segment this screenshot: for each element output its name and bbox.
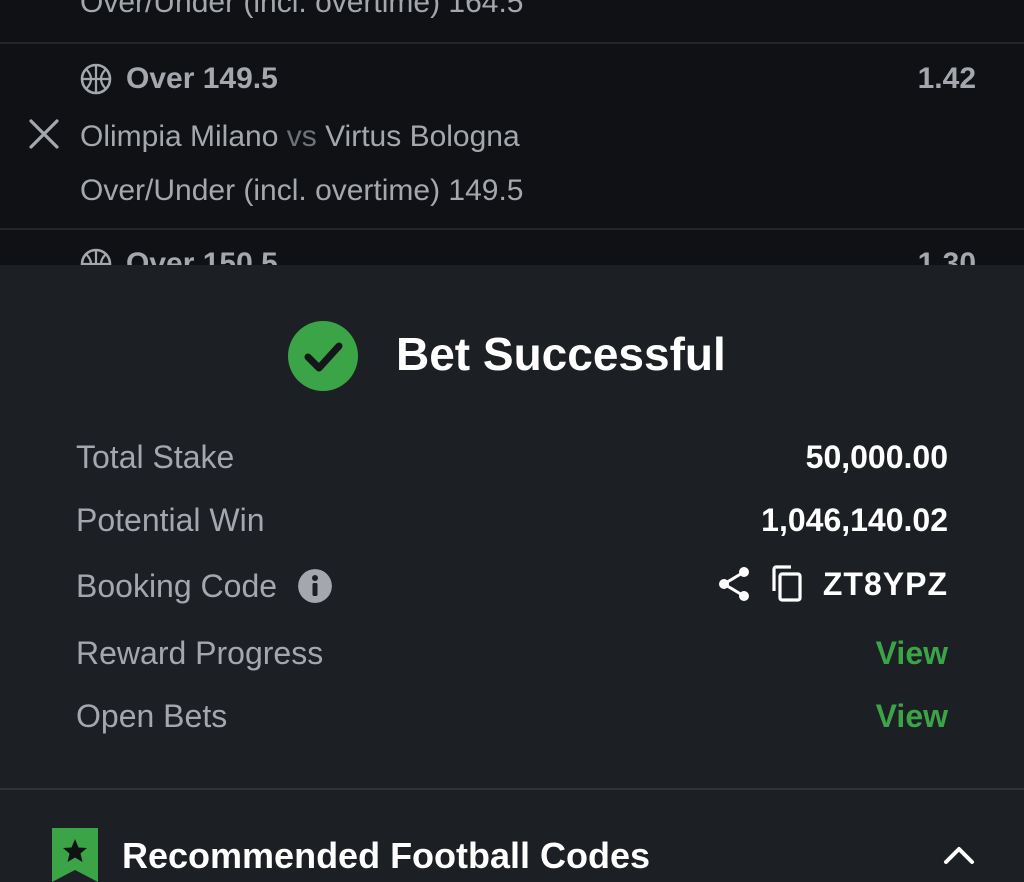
section-divider [0,788,1024,790]
home-team: Olimpia Milano [80,120,279,153]
booking-code-label: Booking Code [76,568,278,604]
basketball-icon [80,63,112,95]
booking-code-actions: ZT8YPZ [717,565,948,603]
reward-progress-view-link[interactable]: View [876,635,948,672]
bet-confirmation-sheet: Bet Successful Total Stake 50,000.00 Pot… [0,265,1024,882]
recommended-codes-title[interactable]: Recommended Football Codes [122,835,650,877]
bet-market-line: Over/Under (incl. overtime) 149.5 [80,174,524,207]
booking-code-value[interactable]: ZT8YPZ [823,566,948,603]
bet-selection: Over 149.5 [126,62,278,95]
chevron-up-icon[interactable] [942,843,976,867]
vs-label: vs [286,120,317,153]
betslip-list: Over/Under (incl. overtime) 164.5 Over 1… [0,0,1024,265]
bet-teams: Olimpia Milano vs Virtus Bologna [80,120,520,154]
total-stake-label: Total Stake [76,439,235,475]
basketball-icon [80,248,112,265]
bookmark-star-icon [52,828,98,882]
total-stake-value: 50,000.00 [805,439,948,475]
reward-progress-label: Reward Progress [76,635,324,671]
bet-odds: 1.42 [917,62,976,95]
success-title: Bet Successful [396,328,726,380]
close-icon[interactable] [28,118,60,150]
open-bets-label: Open Bets [76,698,228,734]
away-team: Virtus Bologna [325,120,520,153]
info-icon[interactable] [297,568,332,603]
booking-code-label-row: Booking Code [76,568,332,606]
row-divider [0,228,1024,230]
bet-odds: 1.30 [917,247,976,265]
potential-win-value: 1,046,140.02 [761,502,948,538]
row-divider [0,42,1024,44]
open-bets-view-link[interactable]: View [876,698,948,735]
copy-icon[interactable] [771,565,803,603]
bet-selection: Over 150.5 [126,247,278,265]
check-circle-icon [288,321,358,391]
potential-win-label: Potential Win [76,502,265,538]
bet-market-line: Over/Under (incl. overtime) 164.5 [80,0,524,19]
share-icon[interactable] [717,566,751,602]
